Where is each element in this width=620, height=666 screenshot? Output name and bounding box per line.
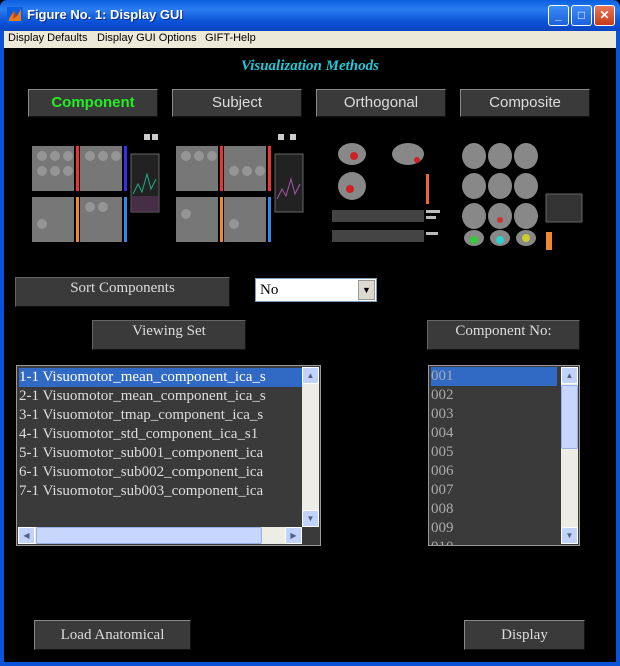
viewing-set-vertical-scrollbar[interactable]: ▲ ▼ — [302, 367, 319, 527]
window-frame-left — [0, 31, 4, 666]
menu-bar: Display Defaults Display GUI Options GIF… — [4, 31, 616, 48]
list-item[interactable]: 009 — [431, 519, 454, 538]
component-method-button[interactable]: Component — [28, 89, 158, 117]
minimize-icon[interactable]: _ — [548, 5, 569, 26]
sort-components-dropdown[interactable]: No ▼ — [255, 278, 377, 302]
scrollbar-thumb[interactable] — [561, 385, 578, 449]
subject-method-button[interactable]: Subject — [172, 89, 302, 117]
viewing-set-label: Viewing Set — [92, 320, 246, 350]
display-button[interactable]: Display — [464, 620, 585, 650]
menu-display-defaults[interactable]: Display Defaults — [8, 32, 87, 44]
sort-components-value: No — [260, 282, 279, 298]
component-no-vertical-scrollbar[interactable]: ▲ ▼ — [561, 367, 578, 544]
list-item[interactable]: 008 — [431, 500, 454, 519]
list-item[interactable]: 4-1 Visuomotor_std_component_ica_s1 — [19, 425, 258, 444]
load-anatomical-button[interactable]: Load Anatomical — [34, 620, 191, 650]
component-no-listbox[interactable]: 001 002 003 004 005 006 007 008 009 010 … — [428, 365, 580, 546]
scroll-left-icon[interactable]: ◀ — [18, 527, 35, 544]
list-item[interactable]: 001 — [431, 367, 557, 386]
scroll-up-icon[interactable]: ▲ — [302, 367, 319, 384]
list-item[interactable]: 3-1 Visuomotor_tmap_component_ica_s — [19, 406, 263, 425]
sort-components-label: Sort Components — [15, 277, 230, 307]
viewing-set-listbox[interactable]: 1-1 Visuomotor_mean_component_ica_s 2-1 … — [16, 365, 321, 546]
scroll-up-icon[interactable]: ▲ — [561, 367, 578, 384]
scrollbar-thumb[interactable] — [36, 527, 262, 544]
list-item[interactable]: 007 — [431, 481, 454, 500]
list-item[interactable]: 2-1 Visuomotor_mean_component_ica_s — [19, 387, 266, 406]
orthogonal-preview-thumbnail — [332, 143, 440, 242]
scroll-right-icon[interactable]: ▶ — [285, 527, 302, 544]
window-title: Figure No. 1: Display GUI — [27, 7, 184, 22]
scroll-down-icon[interactable]: ▼ — [302, 510, 319, 527]
list-item[interactable]: 7-1 Visuomotor_sub003_component_ica — [19, 482, 263, 501]
visualization-methods-heading: Visualization Methods — [241, 58, 379, 74]
menu-gift-help[interactable]: GIFT-Help — [205, 32, 256, 44]
scroll-down-icon[interactable]: ▼ — [561, 527, 578, 544]
viewing-set-horizontal-scrollbar[interactable]: ◀ ▶ — [18, 527, 302, 544]
list-item[interactable]: 003 — [431, 405, 454, 424]
list-item[interactable]: 5-1 Visuomotor_sub001_component_ica — [19, 444, 263, 463]
list-item[interactable]: 006 — [431, 462, 454, 481]
window-frame-right — [616, 31, 620, 666]
window-frame-bottom — [0, 662, 620, 666]
list-item[interactable]: 010 — [431, 538, 454, 545]
list-item[interactable]: 6-1 Visuomotor_sub002_component_ica — [19, 463, 263, 482]
display-gui-window: Figure No. 1: Display GUI _ □ ✕ Display … — [0, 0, 620, 666]
chevron-down-icon[interactable]: ▼ — [358, 280, 375, 300]
list-item[interactable]: 002 — [431, 386, 454, 405]
component-no-label: Component No: — [427, 320, 580, 350]
list-item[interactable]: 1-1 Visuomotor_mean_component_ica_s — [19, 368, 302, 387]
subject-preview-thumbnail — [176, 134, 304, 242]
component-preview-thumbnail — [32, 134, 160, 242]
close-icon[interactable]: ✕ — [594, 5, 615, 26]
orthogonal-method-button[interactable]: Orthogonal — [316, 89, 446, 117]
menu-display-gui-options[interactable]: Display GUI Options — [97, 32, 197, 44]
list-item[interactable]: 004 — [431, 424, 454, 443]
composite-method-button[interactable]: Composite — [460, 89, 590, 117]
matlab-logo-icon — [7, 7, 23, 23]
title-bar[interactable]: Figure No. 1: Display GUI _ □ ✕ — [0, 0, 620, 31]
composite-preview-thumbnail — [462, 143, 583, 250]
maximize-icon[interactable]: □ — [571, 5, 592, 26]
list-item[interactable]: 005 — [431, 443, 454, 462]
